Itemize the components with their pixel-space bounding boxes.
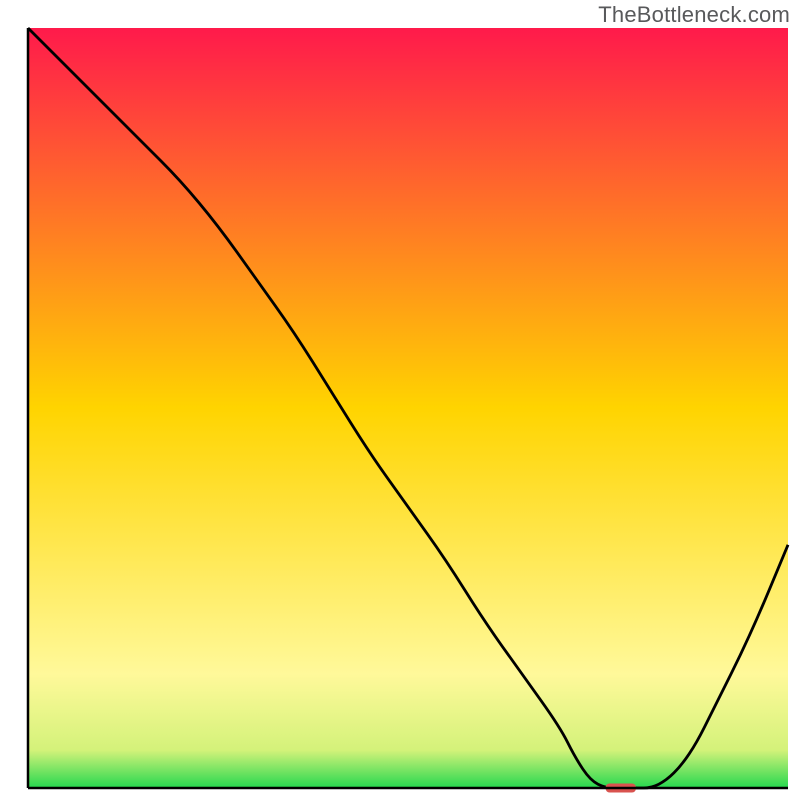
watermark: TheBottleneck.com (598, 2, 790, 28)
chart-svg (0, 0, 800, 800)
bottleneck-chart: TheBottleneck.com (0, 0, 800, 800)
